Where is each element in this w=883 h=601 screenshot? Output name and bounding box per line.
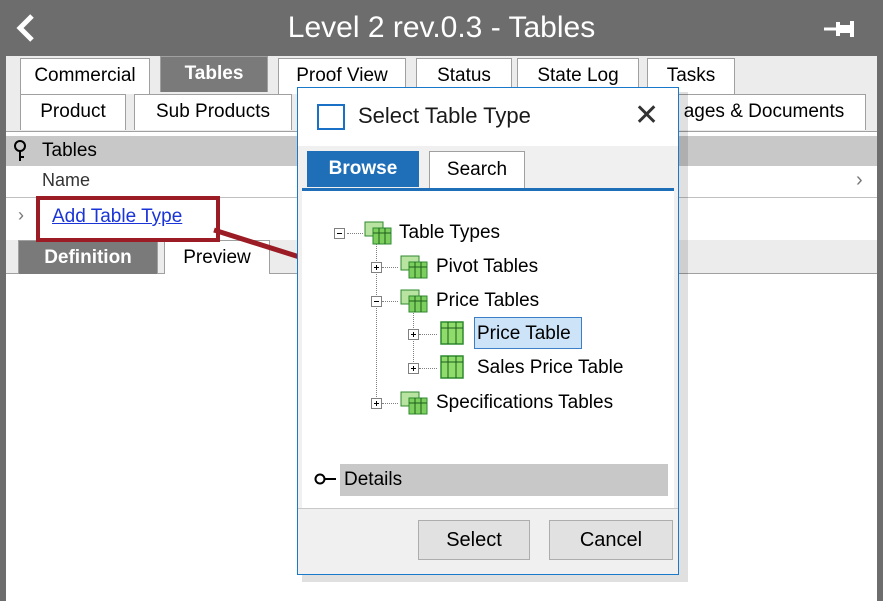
column-header-name[interactable]: Name — [42, 170, 90, 191]
window-icon — [317, 104, 345, 130]
tree-expand-toggle[interactable] — [371, 262, 382, 273]
tree-expand-toggle[interactable] — [408, 363, 419, 374]
dialog-title: Select Table Type — [358, 103, 531, 128]
tab-browse[interactable]: Browse — [307, 151, 419, 187]
close-icon[interactable]: ✕ — [634, 98, 659, 133]
cancel-button[interactable]: Cancel — [549, 520, 673, 560]
chevron-right-icon[interactable]: › — [856, 169, 863, 192]
table-icon — [440, 355, 464, 379]
table-folder-icon — [400, 391, 428, 415]
tab-commercial[interactable]: Commercial — [20, 58, 150, 94]
tab-definition[interactable]: Definition — [18, 240, 158, 274]
table-icon — [440, 321, 464, 345]
tree-connector — [382, 403, 398, 404]
tab-search[interactable]: Search — [429, 151, 525, 189]
table-folder-icon — [364, 221, 392, 245]
tree-connector — [382, 301, 398, 302]
tab-product[interactable]: Product — [20, 94, 126, 130]
tab-tables[interactable]: Tables — [160, 56, 268, 92]
row-expand-icon[interactable]: › — [18, 205, 24, 226]
tree-connector — [419, 368, 437, 369]
pin-icon[interactable] — [822, 18, 858, 40]
tree-item-sales-price-table[interactable]: Sales Price Table — [477, 357, 623, 379]
details-label: Details — [344, 469, 403, 490]
window-title: Level 2 rev.0.3 - Tables — [287, 11, 596, 44]
select-button[interactable]: Select — [418, 520, 530, 560]
window-frame-right — [877, 56, 883, 601]
table-folder-icon — [400, 255, 428, 279]
tree-collapse-toggle[interactable] — [371, 296, 382, 307]
key-icon — [314, 473, 336, 485]
table-folder-icon — [400, 289, 428, 313]
tree-collapse-toggle[interactable] — [334, 228, 345, 239]
tree-connector — [347, 233, 363, 234]
tab-images-documents[interactable]: ages & Documents — [662, 94, 866, 130]
key-icon — [14, 140, 26, 161]
tree-item-price-table[interactable]: Price Table — [477, 323, 571, 345]
tab-sub-products[interactable]: Sub Products — [134, 94, 292, 130]
highlight-annotation-box — [36, 196, 220, 242]
tree-item-pivot-tables[interactable]: Pivot Tables — [436, 256, 538, 278]
tree-connector — [382, 267, 398, 268]
tree-expand-toggle[interactable] — [408, 329, 419, 340]
tree-item-price-tables[interactable]: Price Tables — [436, 290, 539, 312]
tables-pane-title: Tables — [42, 140, 97, 161]
tree-expand-toggle[interactable] — [371, 398, 382, 409]
tree-item-table-types[interactable]: Table Types — [399, 222, 500, 244]
tree-item-specifications-tables[interactable]: Specifications Tables — [436, 392, 613, 414]
chevron-left-icon[interactable] — [12, 12, 40, 44]
tree-connector — [419, 334, 437, 335]
